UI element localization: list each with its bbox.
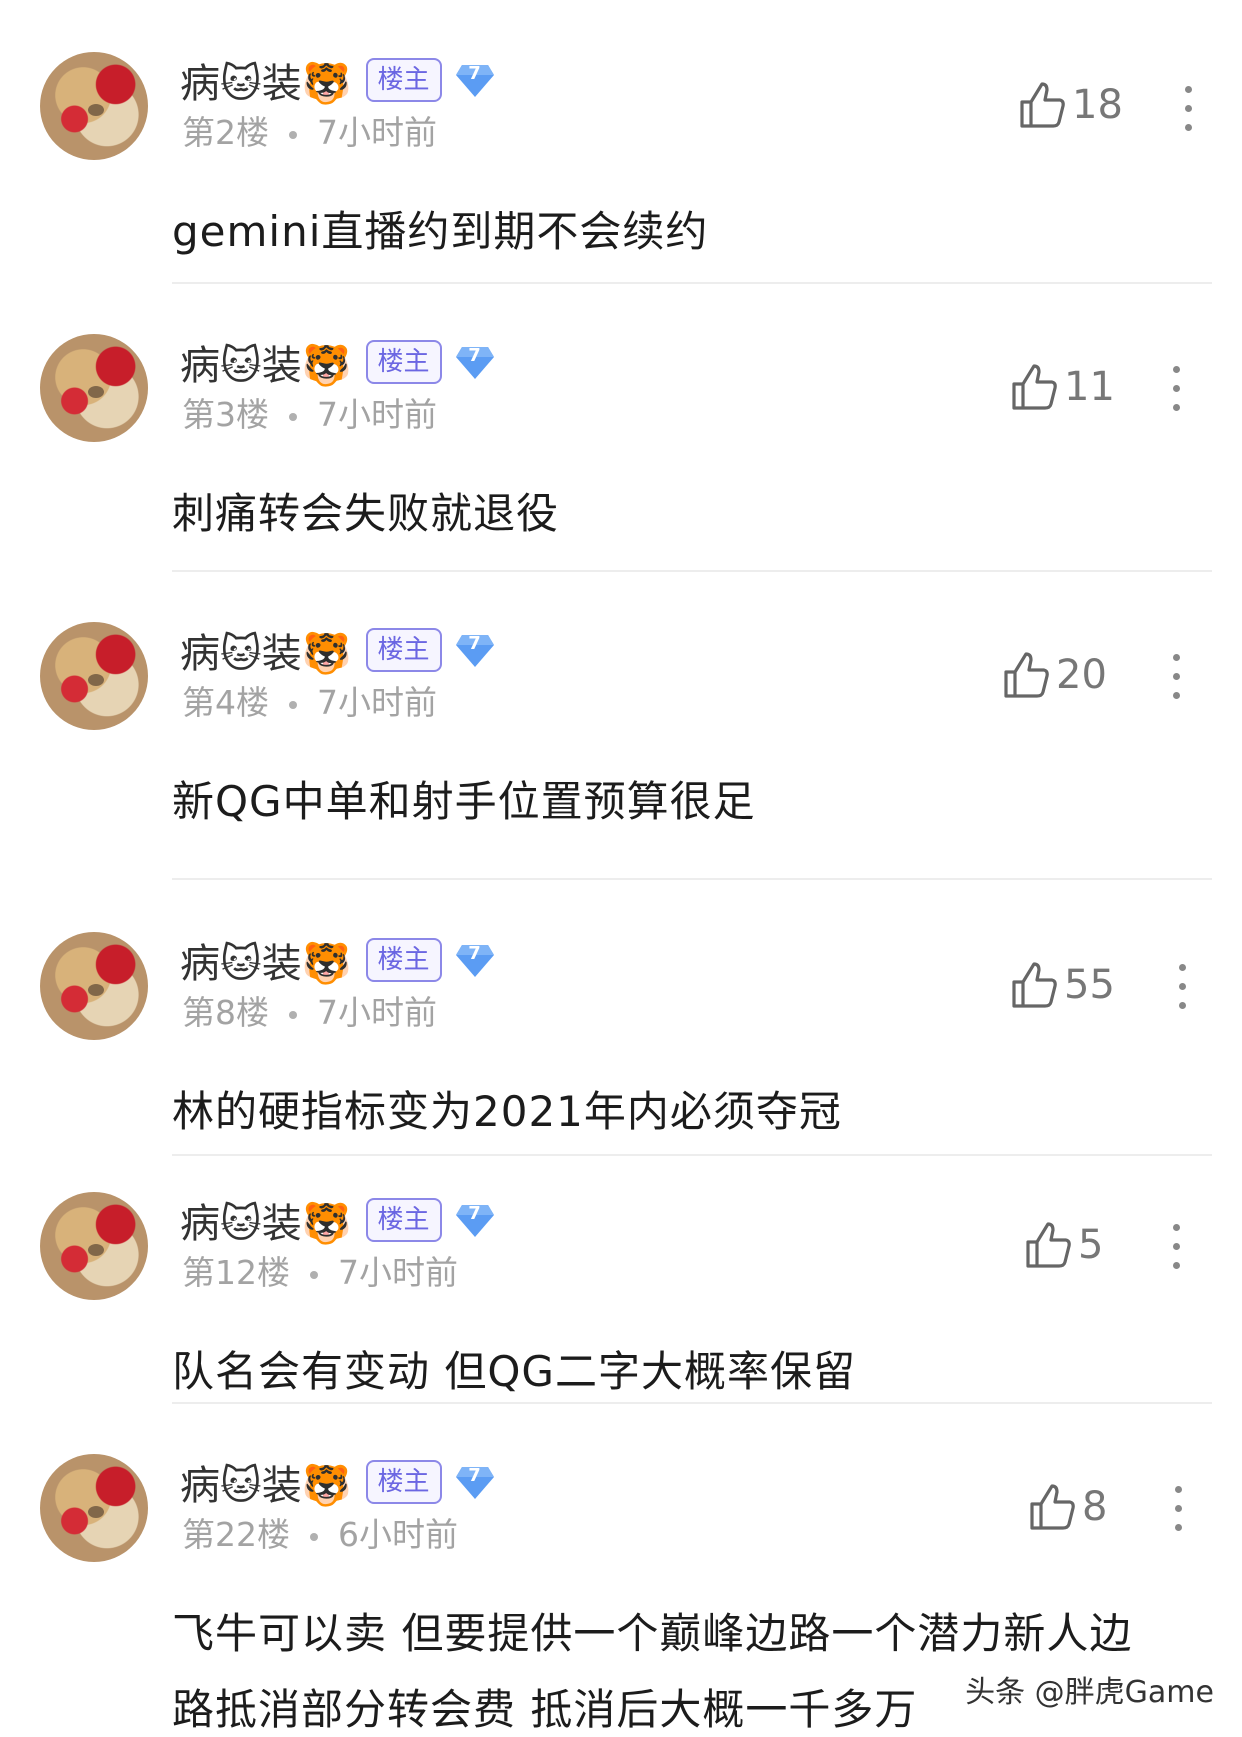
owner-badge: 楼主 [365, 58, 442, 102]
username: 病🐱装🐯 [180, 343, 352, 389]
username: 病🐱装🐯 [180, 941, 352, 987]
more-options-button[interactable] [1176, 964, 1188, 1014]
tiger-emoji-icon: 🐯 [301, 1463, 352, 1509]
like-button[interactable]: 8 [1028, 1482, 1107, 1532]
like-button[interactable]: 5 [1024, 1220, 1103, 1270]
username-row[interactable]: 病🐱装🐯 楼主 7 [180, 1192, 496, 1248]
username-row[interactable]: 病🐱装🐯 楼主 7 [180, 622, 496, 678]
owner-badge: 楼主 [365, 1460, 442, 1504]
time-label: 7小时前 [317, 395, 437, 434]
meta-row: 第22楼 6小时前 [182, 1508, 458, 1556]
thumbs-up-icon [1012, 962, 1057, 1008]
comment-text: 刺痛转会失败就退役 [172, 489, 560, 538]
owner-badge: 楼主 [365, 628, 442, 672]
owner-badge: 楼主 [365, 938, 442, 982]
tiger-emoji-icon: 🐯 [301, 631, 352, 677]
level-badge: 7 [454, 341, 496, 383]
floor-label: 第12楼 [182, 1253, 290, 1292]
more-options-button[interactable] [1172, 1486, 1184, 1536]
tiger-emoji-icon: 🐯 [301, 61, 352, 107]
watermark: 头条 @胖虎Game [965, 1675, 1214, 1710]
like-count: 11 [1064, 364, 1115, 410]
username: 病🐱装🐯 [180, 1463, 352, 1509]
more-options-button[interactable] [1170, 1224, 1182, 1274]
divider [172, 570, 1212, 572]
time-label: 7小时前 [317, 113, 437, 152]
owner-badge: 楼主 [365, 1198, 442, 1242]
cat-emoji-icon: 🐱 [220, 1201, 262, 1247]
tiger-emoji-icon: 🐯 [301, 941, 352, 987]
thumbs-up-icon [1012, 364, 1057, 410]
cat-emoji-icon: 🐱 [220, 631, 262, 677]
owner-badge: 楼主 [365, 340, 442, 384]
more-options-button[interactable] [1170, 366, 1182, 416]
avatar[interactable] [40, 52, 148, 160]
level-badge: 7 [454, 629, 496, 671]
like-count: 8 [1082, 1484, 1108, 1530]
level-badge: 7 [454, 59, 496, 101]
more-options-button[interactable] [1182, 86, 1194, 136]
cat-emoji-icon: 🐱 [220, 941, 262, 987]
like-button[interactable]: 55 [1010, 960, 1115, 1010]
divider [172, 1154, 1212, 1156]
level-badge: 7 [454, 1199, 496, 1241]
avatar[interactable] [40, 334, 148, 442]
comment-text: gemini直播约到期不会续约 [172, 207, 709, 256]
comment-text: 飞牛可以卖 但要提供一个巅峰边路一个潜力新人边 [172, 1609, 1133, 1658]
meta-row: 第2楼 7小时前 [182, 106, 437, 154]
username-row[interactable]: 病🐱装🐯 楼主 7 [180, 52, 496, 108]
thumbs-up-icon [1030, 1484, 1075, 1530]
time-label: 7小时前 [317, 683, 437, 722]
level-badge: 7 [454, 939, 496, 981]
tiger-emoji-icon: 🐯 [301, 1201, 352, 1247]
cat-emoji-icon: 🐱 [220, 61, 262, 107]
like-button[interactable]: 18 [1018, 80, 1123, 130]
divider [172, 1402, 1212, 1404]
like-button[interactable]: 20 [1002, 650, 1107, 700]
meta-row: 第8楼 7小时前 [182, 986, 437, 1034]
time-label: 7小时前 [317, 993, 437, 1032]
thumbs-up-icon [1026, 1222, 1071, 1268]
username-row[interactable]: 病🐱装🐯 楼主 7 [180, 1454, 496, 1510]
thumbs-up-icon [1020, 82, 1065, 128]
cat-emoji-icon: 🐱 [220, 343, 262, 389]
like-count: 55 [1064, 962, 1115, 1008]
time-label: 6小时前 [338, 1515, 458, 1554]
like-count: 5 [1078, 1222, 1104, 1268]
floor-label: 第4楼 [182, 683, 269, 722]
comment-text: 队名会有变动 但QG二字大概率保留 [172, 1347, 856, 1396]
more-options-button[interactable] [1170, 654, 1182, 704]
avatar[interactable] [40, 932, 148, 1040]
divider [172, 282, 1212, 284]
meta-row: 第4楼 7小时前 [182, 676, 437, 724]
username: 病🐱装🐯 [180, 61, 352, 107]
like-button[interactable]: 11 [1010, 362, 1115, 412]
thumbs-up-icon [1004, 652, 1049, 698]
floor-label: 第22楼 [182, 1515, 290, 1554]
avatar[interactable] [40, 1454, 148, 1562]
floor-label: 第8楼 [182, 993, 269, 1032]
comment-text: 新QG中单和射手位置预算很足 [172, 777, 756, 826]
cat-emoji-icon: 🐱 [220, 1463, 262, 1509]
meta-row: 第3楼 7小时前 [182, 388, 437, 436]
comment-text-line-2: 路抵消部分转会费 抵消后大概一千多万 [172, 1685, 918, 1734]
username-row[interactable]: 病🐱装🐯 楼主 7 [180, 932, 496, 988]
username: 病🐱装🐯 [180, 1201, 352, 1247]
username: 病🐱装🐯 [180, 631, 352, 677]
like-count: 18 [1072, 82, 1123, 128]
floor-label: 第2楼 [182, 113, 269, 152]
meta-row: 第12楼 7小时前 [182, 1246, 458, 1294]
avatar[interactable] [40, 1192, 148, 1300]
level-badge: 7 [454, 1461, 496, 1503]
like-count: 20 [1056, 652, 1107, 698]
comment-text: 林的硬指标变为2021年内必须夺冠 [172, 1087, 842, 1136]
divider [172, 878, 1212, 880]
tiger-emoji-icon: 🐯 [301, 343, 352, 389]
username-row[interactable]: 病🐱装🐯 楼主 7 [180, 334, 496, 390]
avatar[interactable] [40, 622, 148, 730]
time-label: 7小时前 [338, 1253, 458, 1292]
floor-label: 第3楼 [182, 395, 269, 434]
